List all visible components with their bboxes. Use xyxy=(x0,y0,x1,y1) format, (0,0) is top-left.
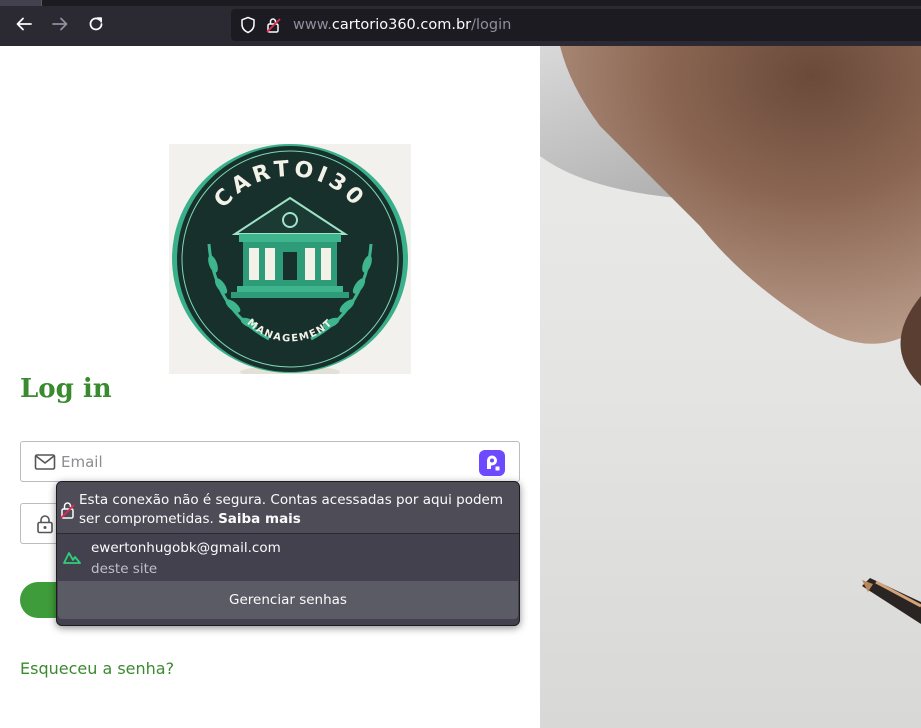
arrow-right-icon xyxy=(52,17,68,31)
url-path: /login xyxy=(471,17,512,33)
insecure-connection-warning: Esta conexão não é segura. Contas acessa… xyxy=(57,482,519,534)
insecure-lock-icon[interactable] xyxy=(265,16,283,34)
email-field[interactable] xyxy=(20,441,520,482)
url-prefix: www. xyxy=(293,17,332,33)
browser-toolbar: www.cartorio360.com.br/login xyxy=(0,0,921,46)
forgot-password-link[interactable]: Esqueceu a senha? xyxy=(20,659,174,678)
manage-passwords-button[interactable]: Gerenciar senhas xyxy=(58,581,518,619)
shield-icon[interactable] xyxy=(239,16,257,34)
logo-emblem: CARTOI30 MANAGEMENT xyxy=(172,144,408,378)
arrow-left-icon xyxy=(16,17,32,31)
forward-button[interactable] xyxy=(49,13,71,35)
broken-lock-icon xyxy=(60,502,75,519)
saved-login-origin: deste site xyxy=(91,561,158,577)
saved-username: ewertonhugobk@gmail.com xyxy=(91,540,281,556)
password-autofill-popup: Esta conexão não é segura. Contas acessa… xyxy=(56,481,520,626)
back-button[interactable] xyxy=(13,13,35,35)
site-favicon-icon xyxy=(63,552,81,564)
tab-strip xyxy=(0,0,921,6)
warning-text: Esta conexão não é segura. Contas acessa… xyxy=(79,491,515,529)
reload-button[interactable] xyxy=(85,13,107,35)
url-text[interactable]: www.cartorio360.com.br/login xyxy=(293,16,511,34)
password-manager-icon[interactable] xyxy=(479,450,505,476)
padlock-icon xyxy=(37,515,53,534)
background-photo xyxy=(540,46,921,728)
active-tab-edge[interactable] xyxy=(0,0,42,6)
email-input[interactable] xyxy=(61,448,471,476)
saved-login-item[interactable]: ewertonhugobk@gmail.com deste site xyxy=(57,535,519,581)
reload-icon xyxy=(89,17,103,31)
learn-more-link[interactable]: Saiba mais xyxy=(218,511,301,527)
proton-pass-icon xyxy=(487,455,501,472)
url-bar[interactable]: www.cartorio360.com.br/login xyxy=(231,9,921,41)
page-title: Log in xyxy=(20,374,112,404)
photo-illustration xyxy=(540,46,921,624)
url-host: cartorio360.com.br xyxy=(331,17,472,33)
cartorio-logo: CARTOI30 MANAGEMENT xyxy=(169,144,411,378)
envelope-icon xyxy=(34,454,56,470)
